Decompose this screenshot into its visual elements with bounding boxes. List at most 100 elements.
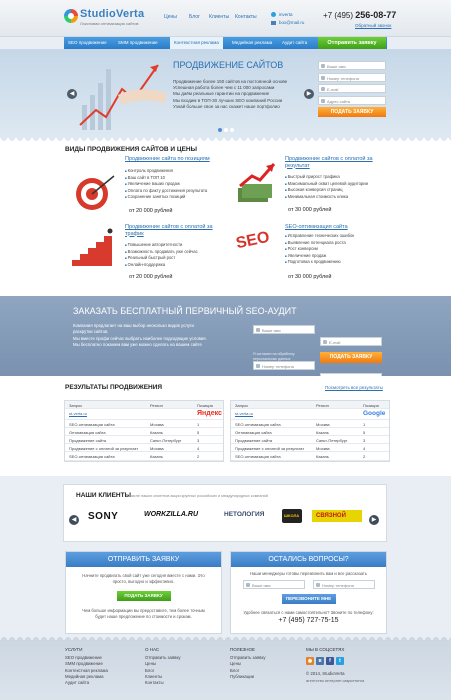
table-row: SEO-оптимизация сайта Казань 2	[65, 452, 223, 461]
cell-position: 2	[197, 454, 200, 460]
clients-subtitle: В числе наших клиентов акции крупных рос…	[126, 494, 268, 498]
phone-input[interactable]: Номер телефона	[318, 72, 386, 82]
service-title-positions[interactable]: Продвижение сайта по позициям	[125, 156, 225, 163]
user-icon	[246, 583, 250, 587]
slider-dot[interactable]	[230, 128, 234, 132]
callback-form: Ваше имя Номер телефона	[231, 580, 386, 592]
callback-name-input[interactable]: Ваше имя	[243, 580, 305, 589]
callback-phone-input[interactable]: Номер телефона	[313, 580, 375, 589]
service-title-result[interactable]: Продвижение сайтов с оплатой за результа…	[285, 156, 385, 169]
user-icon	[256, 328, 260, 332]
callback-link[interactable]: Обратный звонок	[355, 23, 391, 28]
cell-region: Казань	[316, 454, 329, 460]
hero-submit-button[interactable]: ПОДАТЬ ЗАЯВКУ	[318, 107, 386, 118]
feature-item: Контроль продвижения	[125, 168, 207, 175]
mail-icon	[321, 87, 325, 92]
phone-icon	[316, 583, 320, 587]
facebook-icon[interactable]: f	[326, 657, 334, 665]
client-logo-school: ШКОЛА	[282, 509, 302, 523]
audit-submit-button[interactable]: ПОДАТЬ ЗАЯВКУ	[320, 352, 382, 363]
slider-prev-button[interactable]: ◀	[67, 89, 77, 99]
cell-position: 5	[363, 430, 366, 436]
footer-link[interactable]: SMM продвижение	[65, 661, 108, 667]
toplink-blog[interactable]: Блог	[189, 14, 200, 20]
callback-phone-placeholder: Номер телефона	[322, 583, 354, 588]
footer-link[interactable]: Контекстная реклама	[65, 668, 108, 674]
results-table-google: Запрос Регион Позиция st-verta.ru Google SE…	[230, 400, 390, 462]
feature-item: Онлайн-поддержка	[125, 262, 198, 269]
order-box-button[interactable]: ПОДАТЬ ЗАЯВКУ	[116, 591, 171, 601]
toplink-contacts[interactable]: Контакты	[235, 14, 257, 20]
footer-tagline: агентство интернет-маркетинга	[306, 678, 365, 683]
nav-context[interactable]: Контекстная реклама	[170, 37, 223, 49]
feature-item: Минимальная стоимость клика	[285, 194, 368, 201]
service-title-traffic[interactable]: Продвижение сайтов с оплатой за трафик	[125, 224, 225, 237]
footer-link[interactable]: Публикации	[230, 674, 266, 680]
site-input[interactable]: Адрес сайта	[318, 95, 386, 105]
site-link[interactable]: st-verta.ru	[69, 411, 87, 416]
results-all-link[interactable]: Посмотреть все результаты	[325, 385, 383, 390]
col-position: Позиция	[363, 403, 379, 408]
table-header: Запрос Регион Позиция	[65, 401, 223, 410]
hero-line: Узнай больше свое за нас скажет наше пор…	[173, 103, 280, 109]
order-box: ОТПРАВИТЬ ЗАЯВКУ Начните продвигать свой…	[65, 551, 222, 634]
phone: +7 (495) 256-08-77	[323, 10, 396, 20]
table-site-row: st-verta.ru Google	[231, 409, 389, 421]
rss-icon[interactable]: ◉	[306, 657, 314, 665]
footer-useful-list: Отправить заявку Цены Блог Публикации	[230, 655, 266, 680]
questions-box-text: Наши менеджеры готовы перезвонить вам и …	[250, 571, 367, 576]
skype-link[interactable]: inverta	[279, 12, 293, 17]
logo-slogan: Локсновая оптимизация сайтов	[80, 21, 139, 26]
logo-icon[interactable]	[64, 9, 78, 23]
slider-dot[interactable]	[218, 128, 222, 132]
nav-smm[interactable]: SMM продвижение	[118, 40, 158, 45]
cell-region: Москва	[316, 446, 330, 452]
client-logo-sony: SONY	[88, 511, 119, 522]
audit-name-input[interactable]: Ваше имя	[253, 325, 315, 334]
toplink-prices[interactable]: Цены	[164, 14, 177, 20]
toplink-clients[interactable]: Клиенты	[209, 14, 229, 20]
cell-position: 4	[363, 446, 366, 452]
nav-audit[interactable]: Аудит сайта	[282, 40, 307, 45]
name-input[interactable]: Ваше имя	[318, 61, 386, 70]
growth-chart-illustration	[79, 64, 166, 130]
email-input[interactable]: E-mail	[318, 84, 386, 94]
email-link[interactable]: box@mail.ru	[279, 20, 304, 25]
slider-dot[interactable]	[224, 128, 228, 132]
cell-query: Оптимизация сайта	[235, 430, 272, 436]
service-price-traffic: от 20 000 рублей	[129, 274, 173, 280]
questions-box-title: ОСТАЛИСЬ ВОПРОСЫ?	[231, 552, 386, 567]
feature-item: Повышение авторитетности	[125, 242, 198, 249]
vk-icon[interactable]: в	[316, 657, 324, 665]
client-logo-netology: НЕТОЛОГИЯ	[224, 511, 265, 518]
audit-email-input[interactable]: E-mail	[320, 336, 382, 346]
feature-item: Ваш сайт в ТОП 10	[125, 175, 207, 182]
phone-icon	[321, 75, 325, 80]
clients-next-button[interactable]: ▶	[369, 515, 379, 525]
table-row: Оптимизация сайта Казань 5	[231, 428, 389, 437]
twitter-icon[interactable]: t	[336, 657, 344, 665]
nav-media[interactable]: Медийная реклама	[232, 40, 272, 45]
footer-link[interactable]: Контакты	[145, 680, 181, 686]
site-link[interactable]: st-verta.ru	[235, 411, 253, 416]
footer-link[interactable]: Аудит сайта	[65, 680, 108, 686]
feature-item: Высокая конверсия страниц	[285, 187, 368, 194]
table-site-row: st-verta.ru Яндекс	[65, 409, 223, 421]
order-button[interactable]: Отправить заявку	[318, 37, 386, 49]
slider-next-button[interactable]: ▶	[304, 89, 314, 99]
phone-number: 256-08-77	[355, 10, 397, 20]
phone-icon	[256, 364, 260, 369]
service-title-seo[interactable]: SEO-оптимизация сайта	[285, 224, 385, 231]
client-logo-svyaznoy-text: СВЯЗНОЙ	[316, 513, 346, 519]
callback-button[interactable]: ПЕРЕЗВОНИТЕ МНЕ	[281, 594, 336, 604]
audit-consent[interactable]: Я согласен на обработку персональных дан…	[253, 352, 315, 362]
footer-services-title: УСЛУГИ	[65, 647, 83, 652]
logo-text[interactable]: StudioVerta	[80, 8, 144, 20]
globe-icon	[321, 98, 325, 103]
cell-query: SEO-оптимизация сайта	[235, 454, 281, 460]
table-row: Продвижение с оплатой за результат Москва…	[231, 444, 389, 453]
audit-phone-input[interactable]: Номер телефона	[253, 361, 315, 371]
clients-prev-button[interactable]: ◀	[69, 515, 79, 525]
nav-seo[interactable]: SEO продвижение	[68, 40, 107, 45]
feature-item: Оплата по факту достижения результата	[125, 188, 208, 195]
